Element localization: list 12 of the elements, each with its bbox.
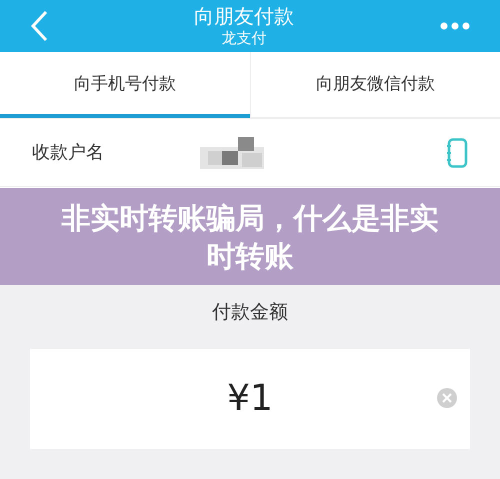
amount-value: ¥1: [227, 376, 273, 420]
window-title: 向朋友付款: [194, 4, 294, 30]
contacts-book-icon[interactable]: [446, 138, 468, 168]
window-subtitle: 龙支付: [222, 29, 266, 48]
clear-icon[interactable]: [436, 386, 458, 408]
more-icon[interactable]: [440, 22, 470, 30]
redacted-name: [200, 136, 264, 168]
article-title: 非实时转账骗局，什么是非实时转账: [60, 200, 440, 274]
back-icon[interactable]: [30, 10, 48, 42]
amount-field[interactable]: ¥1: [30, 348, 470, 448]
section-label: 付款金额: [212, 300, 288, 325]
field-label: 收款户名: [32, 141, 105, 165]
